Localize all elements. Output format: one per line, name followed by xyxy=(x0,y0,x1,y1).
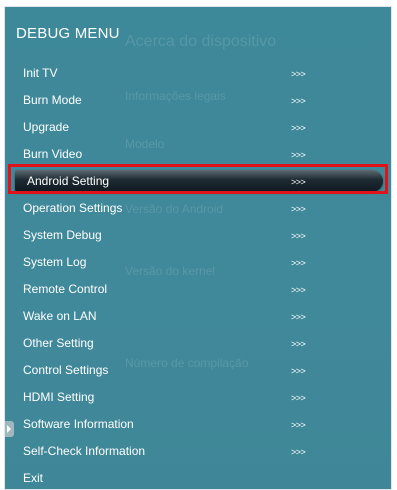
menu-item-hdmi-setting[interactable]: HDMI Setting >>> xyxy=(5,384,391,411)
chevron-right-icon: >>> xyxy=(291,447,306,457)
menu-item-other-setting[interactable]: Other Setting >>> xyxy=(5,330,391,357)
menu-title: DEBUG MENU xyxy=(16,25,120,42)
debug-menu-window: Acerca do dispositivo Informações legais… xyxy=(4,6,392,490)
menu-item-label: Exit xyxy=(23,471,44,485)
chevron-right-icon: >>> xyxy=(291,420,306,430)
menu-item-wake-on-lan[interactable]: Wake on LAN >>> xyxy=(5,303,391,330)
menu-item-label: Other Setting xyxy=(23,336,94,350)
menu-item-android-setting[interactable]: Android Setting >>> xyxy=(5,164,391,195)
menu-item-label: Upgrade xyxy=(23,120,70,134)
menu-item-control-settings[interactable]: Control Settings >>> xyxy=(5,357,391,384)
chevron-right-icon: >>> xyxy=(291,393,306,403)
chevron-right-icon: >>> xyxy=(291,258,306,268)
menu-item-label: Self-Check Information xyxy=(23,444,146,458)
background-ghost-title: Acerca do dispositivo xyxy=(125,33,277,50)
menu-item-remote-control[interactable]: Remote Control >>> xyxy=(5,276,391,303)
menu-item-label: Android Setting xyxy=(27,174,110,188)
menu-item-label: Burn Mode xyxy=(23,93,82,107)
chevron-right-icon: >>> xyxy=(291,285,306,295)
menu-item-label: Control Settings xyxy=(23,363,109,377)
menu-item-burn-mode[interactable]: Burn Mode >>> xyxy=(5,87,391,114)
chevron-right-icon: >>> xyxy=(291,339,306,349)
debug-menu-list: Init TV >>> Burn Mode >>> Upgrade >>> Bu… xyxy=(5,60,391,489)
menu-item-label: Operation Settings xyxy=(23,201,123,215)
menu-item-init-tv[interactable]: Init TV >>> xyxy=(5,60,391,87)
menu-item-self-check-information[interactable]: Self-Check Information >>> xyxy=(5,438,391,465)
menu-item-label: System Log xyxy=(23,255,87,269)
menu-item-operation-settings[interactable]: Operation Settings >>> xyxy=(5,195,391,222)
menu-item-system-debug[interactable]: System Debug >>> xyxy=(5,222,391,249)
chevron-right-icon: >>> xyxy=(291,69,306,79)
chevron-right-icon: >>> xyxy=(291,312,306,322)
triangle-right-icon[interactable] xyxy=(5,421,14,437)
menu-item-system-log[interactable]: System Log >>> xyxy=(5,249,391,276)
chevron-right-icon: >>> xyxy=(291,177,306,187)
menu-item-label: Remote Control xyxy=(23,282,108,296)
menu-item-software-information[interactable]: Software Information >>> xyxy=(5,411,391,438)
chevron-right-icon: >>> xyxy=(291,204,306,214)
menu-item-label: HDMI Setting xyxy=(23,390,95,404)
menu-item-upgrade[interactable]: Upgrade >>> xyxy=(5,114,391,141)
menu-item-exit[interactable]: Exit xyxy=(5,465,391,489)
menu-panel: Acerca do dispositivo Informações legais… xyxy=(5,7,391,489)
menu-item-label: System Debug xyxy=(23,228,102,242)
menu-item-label: Init TV xyxy=(23,66,58,80)
chevron-right-icon: >>> xyxy=(291,96,306,106)
menu-item-label: Wake on LAN xyxy=(23,309,97,323)
chevron-right-icon: >>> xyxy=(291,123,306,133)
chevron-right-icon: >>> xyxy=(291,366,306,376)
chevron-right-icon: >>> xyxy=(291,231,306,241)
menu-item-label: Software Information xyxy=(23,417,134,431)
